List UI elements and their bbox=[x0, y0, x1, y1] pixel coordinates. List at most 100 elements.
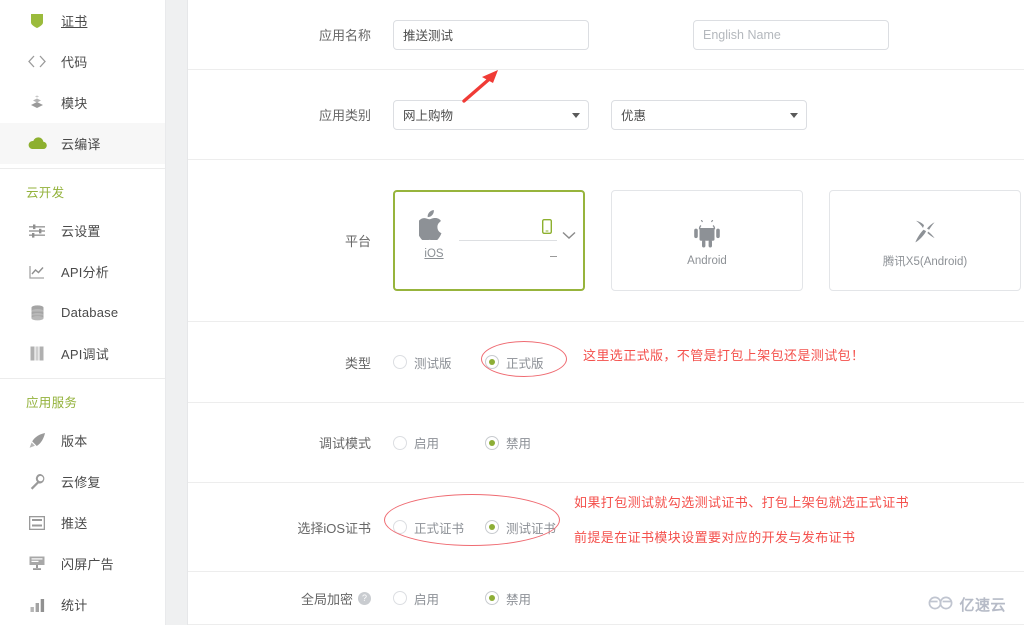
category-secondary-value: 优惠 bbox=[621, 109, 647, 123]
sidebar-item-label: API调试 bbox=[61, 347, 109, 362]
radio-label: 测试证书 bbox=[506, 521, 557, 536]
android-icon bbox=[692, 214, 722, 248]
ios-device-placeholder bbox=[550, 256, 557, 257]
platform-controls: iOS Android 腾讯X5(Android) bbox=[393, 190, 1021, 291]
sidebar: 证书 代码 模块 云编译 云开发 云设置 API分析 Database API调… bbox=[0, 0, 166, 625]
sidebar-item-label: 推送 bbox=[61, 516, 88, 531]
rocket-icon bbox=[26, 431, 48, 451]
content-gutter bbox=[166, 0, 188, 625]
app-name-english-input[interactable] bbox=[693, 19, 889, 50]
row-type: 类型 测试版 正式版 这里选正式版，不管是打包上架包还是测试包！ bbox=[188, 322, 1024, 403]
label-app-name: 应用名称 bbox=[318, 28, 371, 43]
radio-type-test[interactable]: 测试版 bbox=[393, 353, 485, 372]
sidebar-item-shanping-guanggao[interactable]: 闪屏广告 bbox=[0, 543, 165, 584]
ios-card-label: iOS bbox=[424, 248, 444, 260]
cloud-icon bbox=[26, 134, 48, 154]
radio-cert-formal[interactable]: 正式证书 bbox=[393, 518, 485, 537]
database-icon bbox=[26, 303, 48, 323]
module-icon bbox=[26, 93, 48, 113]
radio-dot bbox=[485, 520, 499, 534]
chevron-down-icon bbox=[790, 112, 798, 118]
radio-dot bbox=[485, 591, 499, 605]
app-name-controls bbox=[393, 19, 889, 50]
sidebar-item-yunshezhi[interactable]: 云设置 bbox=[0, 210, 165, 251]
label-global-encrypt: 全局加密 ? bbox=[188, 589, 393, 608]
label-app-category: 应用类别 bbox=[318, 108, 371, 123]
sidebar-item-mokuai[interactable]: 模块 bbox=[0, 82, 165, 123]
radio-label: 启用 bbox=[414, 437, 440, 451]
radio-label: 禁用 bbox=[506, 592, 532, 607]
label-debug-mode: 调试模式 bbox=[318, 436, 371, 451]
row-app-category: 应用类别 网上购物 优惠 bbox=[188, 70, 1024, 160]
shield-icon bbox=[26, 11, 48, 31]
radio-dot bbox=[393, 591, 407, 605]
sidebar-item-api-tiaoshi[interactable]: API调试 bbox=[0, 333, 165, 374]
code-icon bbox=[26, 52, 48, 72]
sidebar-item-label: 云设置 bbox=[61, 224, 101, 239]
platform-card-tencent-x5[interactable]: 腾讯X5(Android) bbox=[829, 190, 1021, 291]
sidebar-item-tuisong[interactable]: 推送 bbox=[0, 502, 165, 543]
sidebar-item-tongji[interactable]: 统计 bbox=[0, 584, 165, 625]
tencent-x5-card-label: 腾讯X5(Android) bbox=[882, 256, 968, 268]
chevron-down-icon[interactable] bbox=[562, 227, 576, 245]
radio-dot bbox=[393, 520, 407, 534]
phone-icon bbox=[541, 218, 553, 239]
category-primary-select[interactable]: 网上购物 bbox=[393, 99, 589, 130]
radio-dot bbox=[485, 435, 499, 450]
ios-cert-controls: 正式证书 测试证书 如果打包测试就勾选测试证书、打包上架包就选正式证书 前提是在… bbox=[384, 493, 1024, 546]
sidebar-item-zhengshu[interactable]: 证书 bbox=[0, 0, 165, 41]
radio-type-release[interactable]: 正式版 bbox=[485, 353, 544, 372]
type-controls: 测试版 正式版 这里选正式版，不管是打包上架包还是测试包！ bbox=[393, 340, 1024, 377]
sidebar-item-label: 统计 bbox=[61, 598, 88, 613]
platform-card-ios[interactable]: iOS bbox=[393, 190, 585, 291]
bar-chart-icon bbox=[26, 595, 48, 615]
sidebar-item-api-fenxi[interactable]: API分析 bbox=[0, 251, 165, 292]
annotation-cert-line1: 如果打包测试就勾选测试证书、打包上架包就选正式证书 bbox=[574, 494, 910, 510]
push-icon bbox=[26, 513, 48, 533]
row-platform: 平台 iOS Android 腾讯X5(Android) bbox=[188, 160, 1024, 322]
sidebar-group-cloud-dev: 云开发 bbox=[26, 186, 65, 200]
radio-cert-test[interactable]: 测试证书 bbox=[485, 518, 556, 537]
radio-debug-disable[interactable]: 禁用 bbox=[485, 433, 531, 452]
sidebar-group-app-service: 应用服务 bbox=[26, 396, 78, 410]
api-debug-icon bbox=[26, 344, 48, 364]
sidebar-item-label: 模块 bbox=[61, 96, 88, 111]
app-name-input[interactable] bbox=[393, 19, 589, 50]
sidebar-item-label: Database bbox=[61, 305, 119, 320]
wrench-icon bbox=[26, 472, 48, 492]
sidebar-item-label: 闪屏广告 bbox=[61, 557, 114, 572]
chevron-down-icon bbox=[572, 112, 580, 118]
apple-icon bbox=[416, 210, 445, 245]
sidebar-item-daima[interactable]: 代码 bbox=[0, 41, 165, 82]
sidebar-item-label: API分析 bbox=[61, 265, 109, 280]
sidebar-item-label: 云修复 bbox=[61, 475, 101, 490]
platform-card-android[interactable]: Android bbox=[611, 190, 803, 291]
content-panel: 应用名称 应用类别 网上购物 优惠 bbox=[188, 0, 1024, 625]
sidebar-item-yunbianyi[interactable]: 云编译 bbox=[0, 123, 165, 164]
sidebar-item-label: 云编译 bbox=[61, 137, 101, 152]
sidebar-divider bbox=[0, 168, 165, 169]
sliders-icon bbox=[26, 221, 48, 241]
ios-device-field[interactable] bbox=[459, 240, 557, 241]
tencent-x5-icon bbox=[910, 212, 940, 246]
row-ios-cert: 选择iOS证书 正式证书 测试证书 如果打包测试就勾选测试证书、打包上架包就选正… bbox=[188, 483, 1024, 572]
category-secondary-select[interactable]: 优惠 bbox=[611, 99, 807, 130]
radio-label: 正式版 bbox=[506, 356, 544, 371]
label-ios-cert: 选择iOS证书 bbox=[297, 520, 371, 536]
row-global-encrypt: 全局加密 ? 启用 禁用 bbox=[188, 572, 1024, 625]
question-icon[interactable]: ? bbox=[358, 591, 371, 605]
label-platform: 平台 bbox=[344, 234, 371, 249]
sidebar-item-banben[interactable]: 版本 bbox=[0, 420, 165, 461]
radio-debug-enable[interactable]: 启用 bbox=[393, 433, 485, 452]
sidebar-item-label: 证书 bbox=[61, 14, 88, 29]
app-category-controls: 网上购物 优惠 bbox=[393, 99, 807, 130]
annotation-cert-line2: 前提是在证书模块设置要对应的开发与发布证书 bbox=[574, 529, 856, 545]
radio-encrypt-disable[interactable]: 禁用 bbox=[485, 589, 531, 608]
sidebar-item-database[interactable]: Database bbox=[0, 292, 165, 333]
radio-encrypt-enable[interactable]: 启用 bbox=[393, 589, 485, 608]
sidebar-item-yunxiufu[interactable]: 云修复 bbox=[0, 461, 165, 502]
ios-card-inner: iOS bbox=[416, 210, 583, 272]
row-app-name: 应用名称 bbox=[188, 0, 1024, 70]
row-debug-mode: 调试模式 启用 禁用 bbox=[188, 403, 1024, 483]
android-card-label: Android bbox=[687, 255, 727, 267]
